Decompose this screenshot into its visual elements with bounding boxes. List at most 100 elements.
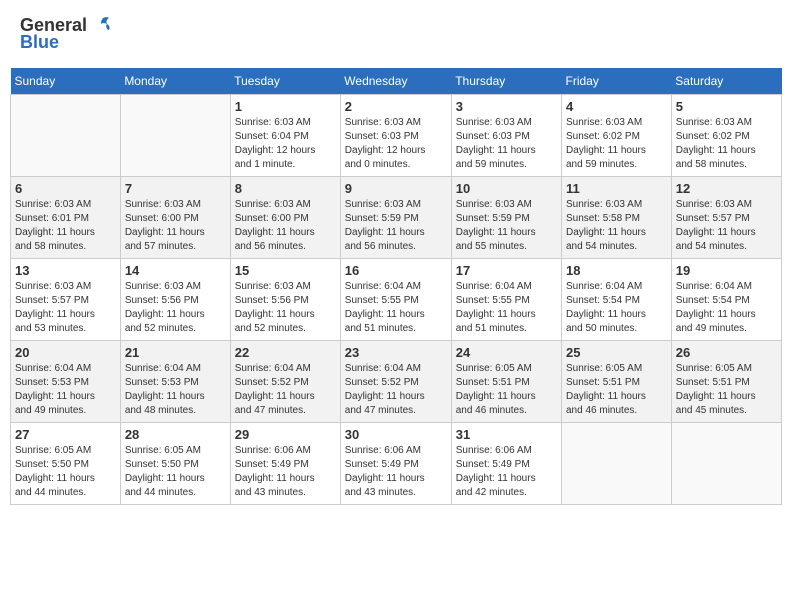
calendar-cell: 15 Sunrise: 6:03 AM Sunset: 5:56 PM Dayli… [230, 259, 340, 341]
day-info: Sunrise: 6:04 AM Sunset: 5:53 PM Dayligh… [125, 362, 226, 418]
day-number: 10 [456, 181, 557, 196]
logo-blue-text: Blue [20, 32, 59, 53]
day-number: 30 [345, 427, 447, 442]
day-number: 15 [235, 263, 336, 278]
day-info: Sunrise: 6:06 AM Sunset: 5:49 PM Dayligh… [345, 444, 447, 500]
calendar-cell: 29 Sunrise: 6:06 AM Sunset: 5:49 PM Dayli… [230, 423, 340, 505]
day-of-week-header: Wednesday [340, 68, 451, 95]
calendar-cell: 9 Sunrise: 6:03 AM Sunset: 5:59 PM Daylig… [340, 177, 451, 259]
day-info: Sunrise: 6:03 AM Sunset: 6:01 PM Dayligh… [15, 198, 116, 254]
day-info: Sunrise: 6:03 AM Sunset: 6:02 PM Dayligh… [676, 116, 777, 172]
calendar-cell: 21 Sunrise: 6:04 AM Sunset: 5:53 PM Dayli… [120, 341, 230, 423]
day-info: Sunrise: 6:04 AM Sunset: 5:54 PM Dayligh… [676, 280, 777, 336]
day-number: 7 [125, 181, 226, 196]
day-number: 2 [345, 99, 447, 114]
day-number: 24 [456, 345, 557, 360]
calendar-table: SundayMondayTuesdayWednesdayThursdayFrid… [10, 68, 782, 505]
day-number: 22 [235, 345, 336, 360]
day-number: 29 [235, 427, 336, 442]
day-number: 18 [566, 263, 667, 278]
calendar-cell: 22 Sunrise: 6:04 AM Sunset: 5:52 PM Dayli… [230, 341, 340, 423]
calendar-cell: 3 Sunrise: 6:03 AM Sunset: 6:03 PM Daylig… [451, 95, 561, 177]
day-info: Sunrise: 6:05 AM Sunset: 5:50 PM Dayligh… [125, 444, 226, 500]
calendar-cell: 28Sunrise: 6:05 AM Sunset: 5:50 PM Dayli… [120, 423, 230, 505]
day-number: 19 [676, 263, 777, 278]
calendar-cell: 14 Sunrise: 6:03 AM Sunset: 5:56 PM Dayli… [120, 259, 230, 341]
day-number: 5 [676, 99, 777, 114]
calendar-cell: 7Sunrise: 6:03 AM Sunset: 6:00 PM Daylig… [120, 177, 230, 259]
day-of-week-header: Friday [562, 68, 672, 95]
day-number: 20 [15, 345, 116, 360]
day-number: 11 [566, 181, 667, 196]
calendar-cell: 17Sunrise: 6:04 AM Sunset: 5:55 PM Dayli… [451, 259, 561, 341]
calendar-cell: 13 Sunrise: 6:03 AM Sunset: 5:57 PM Dayli… [11, 259, 121, 341]
calendar-cell: 16Sunrise: 6:04 AM Sunset: 5:55 PM Dayli… [340, 259, 451, 341]
calendar-cell: 1 Sunrise: 6:03 AM Sunset: 6:04 PM Daylig… [230, 95, 340, 177]
day-info: Sunrise: 6:04 AM Sunset: 5:52 PM Dayligh… [235, 362, 336, 418]
calendar-cell: 18 Sunrise: 6:04 AM Sunset: 5:54 PM Dayli… [562, 259, 672, 341]
page-header: General Blue [10, 10, 782, 58]
calendar-cell: 11 Sunrise: 6:03 AM Sunset: 5:58 PM Dayli… [562, 177, 672, 259]
day-of-week-header: Monday [120, 68, 230, 95]
day-of-week-header: Sunday [11, 68, 121, 95]
calendar-cell: 20 Sunrise: 6:04 AM Sunset: 5:53 PM Dayli… [11, 341, 121, 423]
day-info: Sunrise: 6:03 AM Sunset: 6:00 PM Dayligh… [235, 198, 336, 254]
calendar-cell: 31 Sunrise: 6:06 AM Sunset: 5:49 PM Dayli… [451, 423, 561, 505]
day-of-week-header: Saturday [671, 68, 781, 95]
day-number: 31 [456, 427, 557, 442]
calendar-cell: 6 Sunrise: 6:03 AM Sunset: 6:01 PM Daylig… [11, 177, 121, 259]
day-info: Sunrise: 6:03 AM Sunset: 6:04 PM Dayligh… [235, 116, 336, 172]
day-info: Sunrise: 6:05 AM Sunset: 5:50 PM Dayligh… [15, 444, 116, 500]
day-number: 6 [15, 181, 116, 196]
day-info: Sunrise: 6:03 AM Sunset: 5:56 PM Dayligh… [235, 280, 336, 336]
day-info: Sunrise: 6:03 AM Sunset: 5:58 PM Dayligh… [566, 198, 667, 254]
day-info: Sunrise: 6:03 AM Sunset: 5:59 PM Dayligh… [345, 198, 447, 254]
calendar-cell: 2 Sunrise: 6:03 AM Sunset: 6:03 PM Daylig… [340, 95, 451, 177]
calendar-week-row: 1 Sunrise: 6:03 AM Sunset: 6:04 PM Daylig… [11, 95, 782, 177]
day-number: 27 [15, 427, 116, 442]
day-info: Sunrise: 6:03 AM Sunset: 5:57 PM Dayligh… [676, 198, 777, 254]
day-number: 26 [676, 345, 777, 360]
day-number: 1 [235, 99, 336, 114]
calendar-cell: 30 Sunrise: 6:06 AM Sunset: 5:49 PM Dayli… [340, 423, 451, 505]
day-of-week-header: Tuesday [230, 68, 340, 95]
calendar-cell [11, 95, 121, 177]
day-number: 16 [345, 263, 447, 278]
logo: General Blue [20, 15, 111, 53]
day-info: Sunrise: 6:06 AM Sunset: 5:49 PM Dayligh… [456, 444, 557, 500]
day-info: Sunrise: 6:03 AM Sunset: 6:02 PM Dayligh… [566, 116, 667, 172]
day-info: Sunrise: 6:03 AM Sunset: 5:56 PM Dayligh… [125, 280, 226, 336]
calendar-cell: 25Sunrise: 6:05 AM Sunset: 5:51 PM Dayli… [562, 341, 672, 423]
calendar-week-row: 20 Sunrise: 6:04 AM Sunset: 5:53 PM Dayli… [11, 341, 782, 423]
day-info: Sunrise: 6:03 AM Sunset: 6:03 PM Dayligh… [345, 116, 447, 172]
day-info: Sunrise: 6:04 AM Sunset: 5:52 PM Dayligh… [345, 362, 447, 418]
calendar-cell: 19 Sunrise: 6:04 AM Sunset: 5:54 PM Dayli… [671, 259, 781, 341]
calendar-week-row: 6 Sunrise: 6:03 AM Sunset: 6:01 PM Daylig… [11, 177, 782, 259]
calendar-cell: 24Sunrise: 6:05 AM Sunset: 5:51 PM Dayli… [451, 341, 561, 423]
day-info: Sunrise: 6:05 AM Sunset: 5:51 PM Dayligh… [566, 362, 667, 418]
day-info: Sunrise: 6:05 AM Sunset: 5:51 PM Dayligh… [676, 362, 777, 418]
day-info: Sunrise: 6:04 AM Sunset: 5:54 PM Dayligh… [566, 280, 667, 336]
day-number: 13 [15, 263, 116, 278]
day-info: Sunrise: 6:04 AM Sunset: 5:53 PM Dayligh… [15, 362, 116, 418]
day-number: 17 [456, 263, 557, 278]
day-number: 14 [125, 263, 226, 278]
calendar-cell: 8 Sunrise: 6:03 AM Sunset: 6:00 PM Daylig… [230, 177, 340, 259]
calendar-cell [562, 423, 672, 505]
calendar-cell: 12 Sunrise: 6:03 AM Sunset: 5:57 PM Dayli… [671, 177, 781, 259]
day-number: 23 [345, 345, 447, 360]
day-number: 8 [235, 181, 336, 196]
calendar-week-row: 13 Sunrise: 6:03 AM Sunset: 5:57 PM Dayli… [11, 259, 782, 341]
day-info: Sunrise: 6:03 AM Sunset: 5:59 PM Dayligh… [456, 198, 557, 254]
day-number: 12 [676, 181, 777, 196]
calendar-cell [120, 95, 230, 177]
calendar-cell: 23 Sunrise: 6:04 AM Sunset: 5:52 PM Dayli… [340, 341, 451, 423]
day-number: 9 [345, 181, 447, 196]
day-info: Sunrise: 6:03 AM Sunset: 6:03 PM Dayligh… [456, 116, 557, 172]
day-info: Sunrise: 6:06 AM Sunset: 5:49 PM Dayligh… [235, 444, 336, 500]
day-of-week-header: Thursday [451, 68, 561, 95]
day-number: 3 [456, 99, 557, 114]
day-info: Sunrise: 6:03 AM Sunset: 5:57 PM Dayligh… [15, 280, 116, 336]
day-number: 4 [566, 99, 667, 114]
day-number: 21 [125, 345, 226, 360]
